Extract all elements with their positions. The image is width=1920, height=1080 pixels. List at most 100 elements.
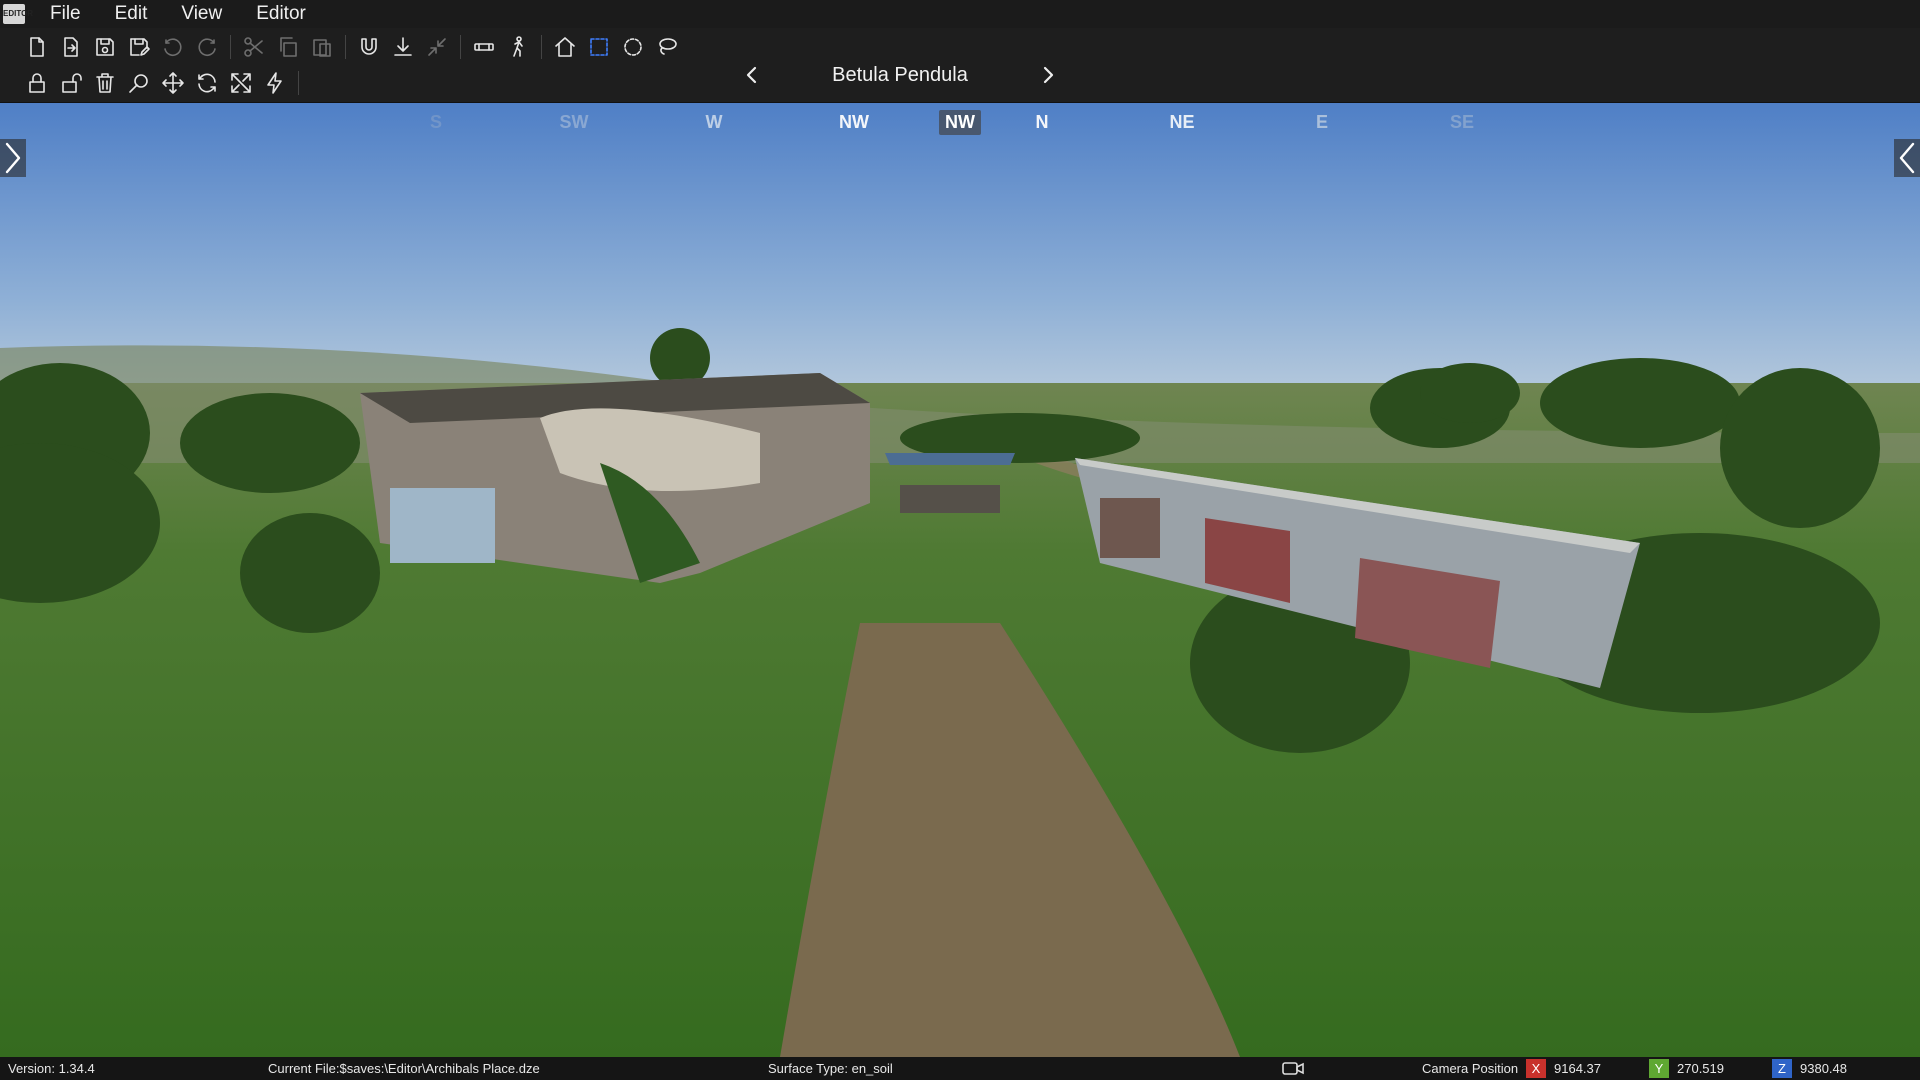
app-logo: EDITOR xyxy=(0,0,33,28)
compass-e: E xyxy=(1315,112,1329,132)
compass-heading: NW xyxy=(939,110,981,135)
3d-viewport[interactable]: S SW W NW NW N NE E SE xyxy=(0,103,1920,1057)
chevron-right-icon xyxy=(1043,66,1054,84)
chevron-left-icon xyxy=(746,66,757,84)
toolbar-separator xyxy=(460,35,461,59)
collapse-icon xyxy=(428,38,446,56)
toolbar-separator xyxy=(298,71,299,95)
collapse-button[interactable] xyxy=(420,30,454,64)
x-value: 9164.37 xyxy=(1554,1061,1601,1076)
scale-icon xyxy=(231,73,251,93)
cut-button[interactable] xyxy=(237,30,271,64)
unlock-icon xyxy=(62,73,82,93)
chevron-left-icon xyxy=(1899,142,1915,174)
new-file-icon xyxy=(30,37,44,57)
compass-ne: NE xyxy=(1169,112,1195,132)
toolbar-separator xyxy=(541,35,542,59)
app-logo-text: EDITOR xyxy=(3,4,33,24)
unlock-button[interactable] xyxy=(54,66,88,100)
box-select-button[interactable] xyxy=(582,30,616,64)
home-button[interactable] xyxy=(548,30,582,64)
toolbar-separator xyxy=(345,35,346,59)
menu-file[interactable]: File xyxy=(38,0,93,28)
save-button[interactable] xyxy=(88,30,122,64)
lock-icon xyxy=(29,73,45,93)
lightning-button[interactable] xyxy=(258,66,292,100)
lasso-select-button[interactable] xyxy=(650,30,684,64)
menu-editor[interactable]: Editor xyxy=(244,0,318,28)
terrain-scene xyxy=(0,103,1920,1057)
toolbar: Betula Pendula xyxy=(0,28,1920,103)
new-file-button[interactable] xyxy=(20,30,54,64)
redo-button[interactable] xyxy=(190,30,224,64)
toolbar-row-2 xyxy=(20,66,305,100)
next-asset-button[interactable] xyxy=(1031,58,1065,92)
save-as-button[interactable] xyxy=(122,30,156,64)
trash-icon xyxy=(96,73,114,93)
magnify-button[interactable] xyxy=(122,66,156,100)
chevron-right-icon xyxy=(5,142,21,174)
open-file-icon xyxy=(64,37,78,57)
move-icon xyxy=(162,72,184,94)
binoculars-icon xyxy=(474,43,494,51)
compass-se: SE xyxy=(1449,112,1475,132)
lasso-select-icon xyxy=(659,38,677,55)
y-axis-badge: Y xyxy=(1649,1059,1669,1078)
delete-button[interactable] xyxy=(88,66,122,100)
save-as-icon xyxy=(130,38,150,56)
z-axis-badge: Z xyxy=(1772,1059,1792,1078)
ground-snap-button[interactable] xyxy=(386,30,420,64)
compass-nw: NW xyxy=(839,112,869,132)
toolbar-separator xyxy=(230,35,231,59)
paste-button[interactable] xyxy=(305,30,339,64)
scale-button[interactable] xyxy=(224,66,258,100)
magnet-icon xyxy=(361,38,377,55)
copy-button[interactable] xyxy=(271,30,305,64)
surface-type-label: Surface Type: en_soil xyxy=(768,1061,893,1076)
compass-s: S xyxy=(429,112,443,132)
save-icon xyxy=(96,38,114,56)
camera-y-coordinate: Y 270.519 xyxy=(1649,1059,1724,1078)
status-bar: Version: 1.34.4 Current File:$saves:\Edi… xyxy=(0,1057,1920,1080)
redo-icon xyxy=(198,38,216,56)
rotate-button[interactable] xyxy=(190,66,224,100)
version-label: Version: 1.34.4 xyxy=(8,1061,95,1076)
home-icon xyxy=(555,37,575,57)
cut-icon xyxy=(244,37,263,57)
camera-icon xyxy=(1282,1062,1304,1075)
compass-w: W xyxy=(705,112,723,132)
lock-button[interactable] xyxy=(20,66,54,100)
z-value: 9380.48 xyxy=(1800,1061,1847,1076)
lightning-icon xyxy=(267,72,282,94)
camera-x-coordinate: X 9164.37 xyxy=(1526,1059,1601,1078)
circle-select-button[interactable] xyxy=(616,30,650,64)
rotate-icon xyxy=(198,73,216,93)
walk-button[interactable] xyxy=(501,30,535,64)
menu-view[interactable]: View xyxy=(169,0,234,28)
move-button[interactable] xyxy=(156,66,190,100)
current-file-label: Current File:$saves:\Editor\Archibals Pl… xyxy=(268,1061,540,1076)
expand-left-panel-button[interactable] xyxy=(0,139,26,177)
undo-icon xyxy=(164,38,182,56)
magnet-button[interactable] xyxy=(352,30,386,64)
ground-snap-icon xyxy=(394,37,412,56)
copy-icon xyxy=(280,37,297,57)
binoculars-button[interactable] xyxy=(467,30,501,64)
box-select-icon xyxy=(590,38,608,56)
selected-asset-title: Betula Pendula xyxy=(832,63,968,86)
x-axis-badge: X xyxy=(1526,1059,1546,1078)
magnify-icon xyxy=(129,74,148,93)
menu-edit[interactable]: Edit xyxy=(103,0,160,28)
expand-right-panel-button[interactable] xyxy=(1894,139,1920,177)
paste-icon xyxy=(313,39,331,57)
menu-bar: EDITOR File Edit View Editor xyxy=(0,0,1920,28)
y-value: 270.519 xyxy=(1677,1061,1724,1076)
walk-icon xyxy=(513,36,523,57)
camera-position-label: Camera Position xyxy=(1422,1061,1519,1076)
previous-asset-button[interactable] xyxy=(735,58,769,92)
compass-sw: SW xyxy=(559,112,589,132)
compass-strip: S SW W NW NW N NE E SE xyxy=(0,110,1920,138)
open-file-button[interactable] xyxy=(54,30,88,64)
undo-button[interactable] xyxy=(156,30,190,64)
circle-select-icon xyxy=(624,38,642,56)
